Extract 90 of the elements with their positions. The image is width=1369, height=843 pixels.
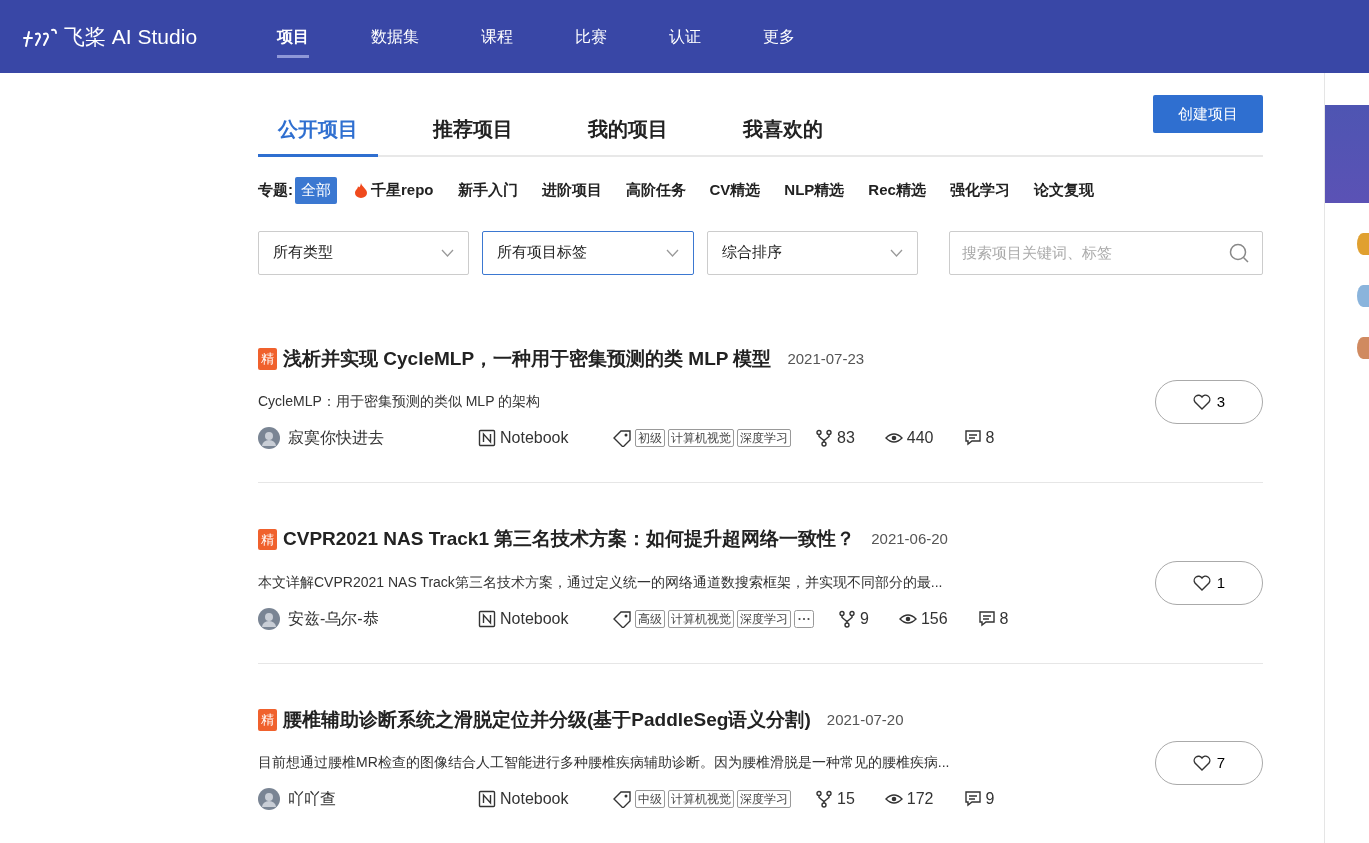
- topic-link[interactable]: 千星repo: [349, 177, 440, 204]
- project-date: 2021-07-23: [787, 348, 865, 369]
- tag-label[interactable]: 计算机视觉: [668, 790, 734, 808]
- topics-label: 专题:: [258, 180, 293, 200]
- comment-icon: [963, 790, 982, 808]
- project-title[interactable]: 腰椎辅助诊断系统之滑脱定位并分级(基于PaddleSeg语义分割): [283, 705, 811, 734]
- search-icon: [1229, 242, 1249, 263]
- project-tab[interactable]: 我喜欢的: [723, 114, 843, 157]
- tag-icon: [612, 609, 632, 628]
- project-date: 2021-06-20: [871, 529, 948, 549]
- tag-label[interactable]: 计算机视觉: [668, 609, 734, 628]
- project-title[interactable]: CVPR2021 NAS Track1 第三名技术方案：如何提升超网络一致性？: [283, 525, 856, 554]
- flame-icon: [355, 182, 367, 198]
- comment-count: 8: [985, 428, 995, 448]
- chevron-down-icon: [890, 248, 904, 257]
- comment-count: 9: [985, 789, 995, 809]
- comment-icon: [977, 609, 996, 628]
- tag-label[interactable]: 中级: [635, 790, 665, 808]
- eye-count: 172: [906, 789, 934, 809]
- logo-text: 飞桨 AI Studio: [64, 23, 198, 50]
- topic-link[interactable]: 新手入门: [451, 177, 524, 204]
- tag-label[interactable]: 深度学习: [737, 429, 791, 447]
- filter-dropdown[interactable]: 所有项目标签: [482, 230, 694, 275]
- topic-link[interactable]: NLP精选: [778, 177, 851, 204]
- filter-dropdown[interactable]: 综合排序: [706, 230, 919, 275]
- tag-label[interactable]: 深度学习: [737, 609, 791, 628]
- topic-link[interactable]: 高阶任务: [619, 177, 692, 204]
- project-title[interactable]: 浅析并实现 CycleMLP，一种用于密集预测的类 MLP 模型: [283, 344, 772, 373]
- like-button[interactable]: 7: [1155, 741, 1263, 786]
- nav-link[interactable]: 数据集: [371, 15, 419, 58]
- notebook-icon: [478, 609, 496, 628]
- project-tab[interactable]: 推荐项目: [413, 114, 533, 157]
- heart-icon: [1192, 394, 1211, 411]
- project-description: 本文详解CVPR2021 NAS Track第三名技术方案，通过定义统一的网络通道数搜索框架，并实现不同部分的最...: [258, 572, 944, 592]
- topic-link[interactable]: 强化学习: [943, 177, 1016, 204]
- author-name[interactable]: 吖吖查: [288, 787, 478, 811]
- project-tab[interactable]: 我的项目: [568, 114, 688, 157]
- tag-label[interactable]: 高级: [635, 609, 665, 628]
- chevron-down-icon: [441, 248, 455, 257]
- eye-count: 156: [920, 608, 948, 629]
- fork-icon: [838, 609, 856, 628]
- tag-label[interactable]: 初级: [635, 429, 665, 447]
- topic-link[interactable]: Rec精选: [862, 177, 932, 204]
- chevron-down-icon: [665, 248, 679, 257]
- tag-label[interactable]: 深度学习: [737, 790, 791, 808]
- author-name[interactable]: 寂寞你快进去: [288, 426, 478, 450]
- topic-link[interactable]: 全部: [295, 177, 337, 204]
- avatar-icon: [258, 427, 280, 449]
- nav-link[interactable]: 项目: [277, 15, 309, 58]
- like-button[interactable]: 3: [1155, 380, 1263, 425]
- fork-icon: [815, 429, 833, 447]
- tag-icon: [612, 790, 632, 808]
- topic-link[interactable]: 进阶项目: [535, 177, 608, 204]
- nav-link[interactable]: 比赛: [575, 15, 607, 58]
- project-date: 2021-07-20: [826, 709, 904, 730]
- project-tab[interactable]: 公开项目: [258, 114, 378, 157]
- project-description: 目前想通过腰椎MR检查的图像结合人工智能进行多种腰椎疾病辅助诊断。因为腰椎滑脱是一种常见的腰椎疾病...: [258, 753, 951, 772]
- filter-dropdown[interactable]: 所有类型: [258, 230, 470, 275]
- search-field[interactable]: 搜索项目关键词、标签: [949, 230, 1263, 275]
- create-project-button[interactable]: 创建项目: [1153, 95, 1263, 133]
- avatar-icon: [258, 607, 280, 630]
- project-description: CycleMLP：用于密集预测的类似 MLP 的架构: [258, 392, 542, 411]
- project-type: Notebook: [500, 608, 569, 629]
- topic-link[interactable]: CV精选: [703, 177, 767, 204]
- notebook-icon: [478, 790, 496, 808]
- notebook-icon: [478, 429, 496, 447]
- nav-link[interactable]: 更多: [763, 15, 795, 58]
- avatar-icon: [258, 788, 280, 810]
- more-tags-icon[interactable]: [794, 609, 814, 628]
- nav-link[interactable]: 课程: [481, 15, 513, 58]
- like-button[interactable]: 1: [1155, 560, 1263, 605]
- tag-label[interactable]: 计算机视觉: [668, 429, 734, 447]
- nav-link[interactable]: 认证: [669, 15, 701, 58]
- tag-icon: [612, 429, 632, 447]
- featured-badge: 精: [258, 709, 277, 731]
- featured-badge: 精: [258, 348, 277, 370]
- fork-count: 9: [860, 608, 869, 629]
- eye-count: 440: [906, 428, 934, 448]
- heart-icon: [1192, 755, 1211, 772]
- fork-icon: [815, 790, 833, 808]
- fork-count: 83: [837, 428, 855, 448]
- fork-count: 15: [837, 789, 855, 809]
- comment-count: 8: [999, 608, 1009, 629]
- comment-icon: [963, 429, 982, 447]
- heart-icon: [1192, 574, 1211, 591]
- topic-link[interactable]: 论文复现: [1027, 177, 1100, 204]
- author-name[interactable]: 安兹-乌尔-恭: [288, 606, 478, 631]
- project-type: Notebook: [500, 789, 569, 809]
- featured-badge: 精: [258, 528, 277, 550]
- project-type: Notebook: [500, 428, 569, 448]
